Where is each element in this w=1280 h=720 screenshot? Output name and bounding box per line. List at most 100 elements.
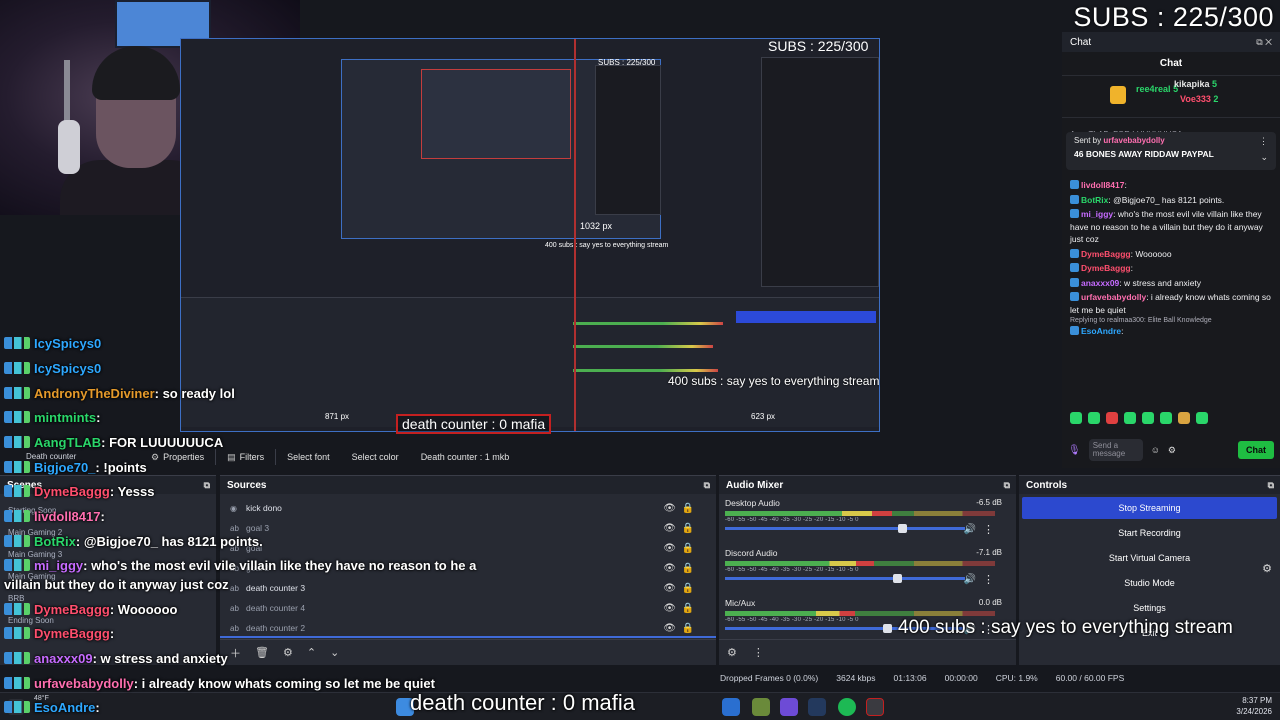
overlay-chat-message: AangTLAB: FOR LUUUUUUCA xyxy=(4,435,223,450)
start-virtual-camera-button[interactable]: Start Virtual Camera xyxy=(1022,547,1277,569)
source-item[interactable]: ab goal 3 👁 🔒 xyxy=(220,518,716,538)
chat-text: : @Bigjoe70_ has 8121 points. xyxy=(1108,194,1225,205)
chat-text: : Woooooo xyxy=(1130,248,1172,259)
lock-icon[interactable]: 🔒 xyxy=(682,563,694,574)
select-font-button[interactable]: Select font xyxy=(276,446,341,468)
overlay-text: : xyxy=(96,410,101,425)
badge-icon xyxy=(4,362,30,374)
emote-picker-icon[interactable]: ☺ xyxy=(1151,445,1160,455)
settings-button[interactable]: Settings xyxy=(1022,597,1277,619)
mic-icon[interactable]: 🎙 xyxy=(1068,445,1081,456)
source-item[interactable]: ab death counter 3 👁 🔒 xyxy=(220,578,716,598)
gear-icon[interactable]: ⚙ xyxy=(283,646,293,659)
volume-knob[interactable] xyxy=(893,574,902,583)
pinned-text: 46 BONES AWAY RIDDAW PAYPAL xyxy=(1074,149,1214,159)
obs-icon[interactable] xyxy=(866,698,884,716)
system-tray[interactable]: 8:37 PM 3/24/2026 xyxy=(1236,695,1272,717)
gear-icon[interactable]: ⚙ xyxy=(1168,445,1176,456)
visibility-eye-icon[interactable]: 👁 xyxy=(663,543,676,554)
add-source-icon[interactable]: ＋ xyxy=(230,645,241,661)
app-icon[interactable] xyxy=(752,698,770,716)
overlay-text: : xyxy=(100,509,105,524)
visibility-eye-icon[interactable]: 👁 xyxy=(663,523,676,534)
more-icon[interactable]: ⋮ xyxy=(1259,136,1268,147)
chat-username[interactable]: anaxxx09 xyxy=(1081,278,1119,288)
cpu-usage: CPU: 1.9% xyxy=(995,673,1038,683)
popout-icon[interactable]: ⧉ xyxy=(1004,480,1010,491)
chevron-down-icon[interactable]: ⌄ xyxy=(1260,152,1268,163)
more-icon[interactable]: ⋮ xyxy=(983,573,994,586)
emote-icon[interactable] xyxy=(1142,412,1154,424)
emote-icon[interactable] xyxy=(1160,412,1172,424)
emote-icon[interactable] xyxy=(1196,412,1208,424)
overlay-text: : FOR LUUUUUUCA xyxy=(101,435,224,450)
spotify-icon[interactable] xyxy=(838,698,856,716)
chat-username[interactable]: DymeBaggg xyxy=(1081,249,1131,259)
visibility-eye-icon[interactable]: 👁 xyxy=(663,503,676,514)
source-item[interactable]: ab death counter 4 👁 🔒 xyxy=(220,598,716,618)
bitrate: 3624 kbps xyxy=(836,673,876,683)
app-icon[interactable] xyxy=(722,698,740,716)
volume-slider[interactable] xyxy=(725,574,965,583)
popout-close-icons[interactable]: ⧉ ✕ xyxy=(1256,37,1272,48)
chat-username[interactable]: EsoAndre xyxy=(1081,326,1121,336)
chat-username[interactable]: DymeBaggg xyxy=(1081,263,1131,273)
preview-ticker: 400 subs : say yes to everything stream xyxy=(668,374,880,388)
overlay-chat-message: Bigjoe70_: !points xyxy=(4,460,147,475)
source-item[interactable]: ab death counter 2 👁 🔒 xyxy=(220,618,716,638)
pinned-message[interactable]: Sent by urfavebabydolly 46 BONES AWAY RI… xyxy=(1066,132,1276,170)
volume-icon[interactable]: 🔊 xyxy=(964,524,976,535)
chat-input[interactable]: Send a message xyxy=(1088,439,1143,461)
overlay-text: : w stress and anxiety xyxy=(92,651,228,666)
filters-button[interactable]: ▤ Filters xyxy=(216,446,275,468)
more-icon[interactable]: ⋮ xyxy=(983,523,994,536)
volume-slider[interactable] xyxy=(725,524,965,533)
visibility-eye-icon[interactable]: 👁 xyxy=(663,583,676,594)
lock-icon[interactable]: 🔒 xyxy=(682,503,694,514)
chat-send-button[interactable]: Chat xyxy=(1238,441,1274,459)
preview-px-label: 871 px xyxy=(325,412,350,421)
obs-preview[interactable] xyxy=(180,38,880,432)
lock-icon[interactable]: 🔒 xyxy=(682,623,694,634)
virtual-camera-gear-icon[interactable]: ⚙ xyxy=(1262,562,1272,575)
source-item[interactable]: ab goal 👁 🔒 xyxy=(220,538,716,558)
visibility-eye-icon[interactable]: 👁 xyxy=(663,623,676,634)
volume-knob[interactable] xyxy=(883,624,893,633)
steam-icon[interactable] xyxy=(808,698,826,716)
source-item[interactable]: ◉ kick dono 👁 🔒 xyxy=(220,498,716,518)
stop-streaming-button[interactable]: Stop Streaming xyxy=(1022,497,1277,519)
lock-icon[interactable]: 🔒 xyxy=(682,523,694,534)
lock-icon[interactable]: 🔒 xyxy=(682,543,694,554)
preview-meter xyxy=(573,345,713,348)
chat-username[interactable]: livdoll8417 xyxy=(1081,180,1124,190)
chat-username[interactable]: urfavebabydolly xyxy=(1081,292,1146,302)
emote-icon[interactable] xyxy=(1178,412,1190,424)
lock-icon[interactable]: 🔒 xyxy=(682,603,694,614)
popout-icon[interactable]: ⧉ xyxy=(204,480,210,491)
emote-icon[interactable] xyxy=(1106,412,1118,424)
visibility-eye-icon[interactable]: 👁 xyxy=(663,563,676,574)
start-recording-button[interactable]: Start Recording xyxy=(1022,522,1277,544)
visibility-eye-icon[interactable]: 👁 xyxy=(663,603,676,614)
emote-icon[interactable] xyxy=(1124,412,1136,424)
discord-icon[interactable] xyxy=(780,698,798,716)
chat-username[interactable]: mi_iggy xyxy=(1081,209,1113,219)
select-color-button[interactable]: Select color xyxy=(341,446,410,468)
advanced-audio-icon[interactable]: ⚙ xyxy=(727,646,737,659)
preview-death-counter-selected[interactable]: death counter : 0 mafia xyxy=(396,414,552,434)
volume-knob[interactable] xyxy=(897,524,907,533)
emote-icon[interactable] xyxy=(1088,412,1100,424)
chat-username[interactable]: BotRix xyxy=(1081,195,1108,205)
popout-icon[interactable]: ⧉ xyxy=(1268,480,1274,491)
chat-messages: livdoll8417: BotRix: @Bigjoe70_ has 8121 … xyxy=(1062,178,1280,317)
move-up-icon[interactable]: ⌃ xyxy=(307,646,316,659)
overlay-text: : @Bigjoe70_ has 8121 points. xyxy=(75,534,263,549)
popout-icon[interactable]: ⧉ xyxy=(704,480,710,491)
move-down-icon[interactable]: ⌄ xyxy=(330,646,339,659)
trash-icon[interactable]: 🗑 xyxy=(255,646,269,659)
more-options-icon[interactable]: ⋮ xyxy=(753,646,764,659)
lock-icon[interactable]: 🔒 xyxy=(682,583,694,594)
emote-icon[interactable] xyxy=(1070,412,1082,424)
studio-mode-button[interactable]: Studio Mode xyxy=(1022,572,1277,594)
volume-icon[interactable]: 🔊 xyxy=(964,574,976,585)
